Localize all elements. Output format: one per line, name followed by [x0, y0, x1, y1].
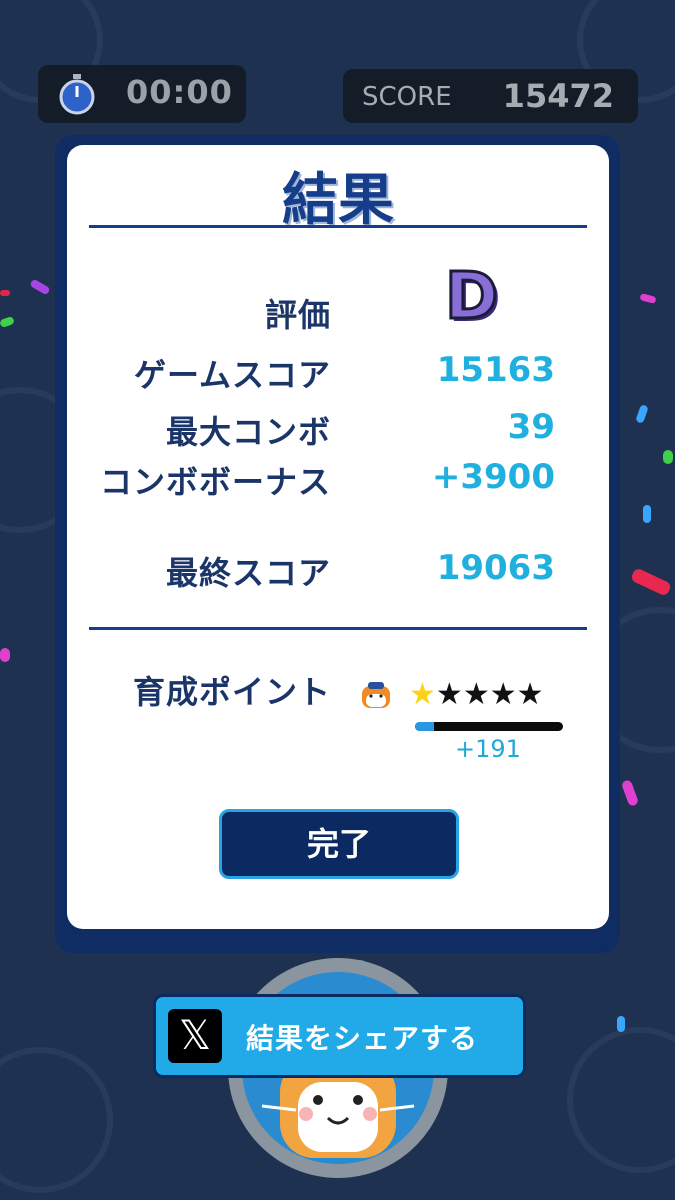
- done-button[interactable]: 完了: [219, 809, 459, 879]
- confetti-piece: [643, 505, 651, 523]
- max-combo-value: 39: [507, 407, 555, 447]
- confetti-piece: [0, 648, 10, 662]
- score-value: 15472: [502, 77, 614, 115]
- combo-bonus-value: +3900: [431, 457, 555, 497]
- cat-mascot-icon: [362, 682, 390, 708]
- score-display: SCORE 15472: [343, 69, 638, 123]
- star-empty-icon: ★: [462, 677, 490, 712]
- training-points-label: 育成ポイント: [132, 673, 331, 711]
- training-progress-fill: [415, 722, 435, 731]
- combo-bonus-label: コンボボーナス: [99, 463, 331, 501]
- final-score-value: 19063: [436, 548, 555, 588]
- game-score-label: ゲームスコア: [133, 356, 331, 394]
- title-divider: [89, 225, 587, 228]
- final-score-label: 最終スコア: [165, 554, 331, 592]
- star-filled-icon: ★: [409, 677, 436, 712]
- share-results-label: 結果をシェアする: [246, 1022, 479, 1055]
- stopwatch-icon: [59, 74, 95, 115]
- share-results-button[interactable]: 𝕏 結果をシェアする: [153, 994, 526, 1078]
- training-star-rating: ★★★★★: [409, 677, 544, 712]
- game-score-value: 15163: [436, 350, 555, 390]
- max-combo-label: 最大コンボ: [165, 413, 331, 451]
- confetti-piece: [617, 1016, 625, 1032]
- grade-badge: D: [443, 259, 499, 336]
- star-empty-icon: ★: [489, 677, 517, 712]
- x-logo-icon: 𝕏: [168, 1009, 222, 1063]
- timer-text: 00:00: [126, 73, 233, 111]
- training-bonus: +191: [455, 735, 521, 763]
- confetti-piece: [663, 450, 673, 464]
- results-panel: 結果 評価 D ゲームスコア 15163 最大コンボ 39 コンボボーナス +3…: [67, 145, 609, 929]
- star-empty-icon: ★: [516, 677, 544, 712]
- section-divider: [89, 627, 587, 630]
- star-empty-icon: ★: [435, 677, 463, 712]
- timer-display: 00:00: [38, 65, 246, 123]
- results-title: 結果: [282, 168, 394, 233]
- grade-label: 評価: [264, 296, 331, 334]
- training-progress-bar: [415, 722, 563, 731]
- confetti-piece: [0, 290, 10, 296]
- score-label: SCORE: [362, 82, 452, 112]
